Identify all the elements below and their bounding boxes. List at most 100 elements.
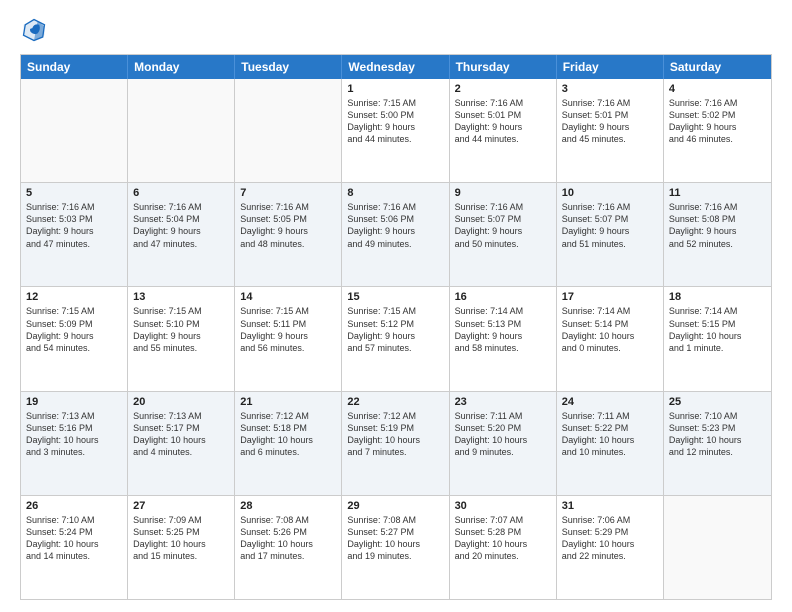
calendar-cell-day-11: 11 Sunrise: 7:16 AM Sunset: 5:08 PM Dayli… [664, 183, 771, 286]
day-info: Sunrise: 7:08 AM Sunset: 5:27 PM Dayligh… [347, 514, 443, 563]
calendar-cell-day-4: 4 Sunrise: 7:16 AM Sunset: 5:02 PM Daylig… [664, 79, 771, 182]
day-info: Sunrise: 7:16 AM Sunset: 5:02 PM Dayligh… [669, 97, 766, 146]
day-number: 23 [455, 396, 551, 408]
calendar: SundayMondayTuesdayWednesdayThursdayFrid… [20, 54, 772, 600]
day-info: Sunrise: 7:10 AM Sunset: 5:24 PM Dayligh… [26, 514, 122, 563]
calendar-cell-day-23: 23 Sunrise: 7:11 AM Sunset: 5:20 PM Dayli… [450, 392, 557, 495]
calendar-cell-day-20: 20 Sunrise: 7:13 AM Sunset: 5:17 PM Dayli… [128, 392, 235, 495]
day-info: Sunrise: 7:06 AM Sunset: 5:29 PM Dayligh… [562, 514, 658, 563]
day-info: Sunrise: 7:16 AM Sunset: 5:03 PM Dayligh… [26, 201, 122, 250]
calendar-cell-day-2: 2 Sunrise: 7:16 AM Sunset: 5:01 PM Daylig… [450, 79, 557, 182]
calendar-cell-day-12: 12 Sunrise: 7:15 AM Sunset: 5:09 PM Dayli… [21, 287, 128, 390]
calendar-header-monday: Monday [128, 55, 235, 79]
day-info: Sunrise: 7:10 AM Sunset: 5:23 PM Dayligh… [669, 410, 766, 459]
day-number: 19 [26, 396, 122, 408]
day-number: 12 [26, 291, 122, 303]
day-info: Sunrise: 7:16 AM Sunset: 5:06 PM Dayligh… [347, 201, 443, 250]
calendar-header-row: SundayMondayTuesdayWednesdayThursdayFrid… [21, 55, 771, 79]
calendar-cell-day-16: 16 Sunrise: 7:14 AM Sunset: 5:13 PM Dayli… [450, 287, 557, 390]
calendar-cell-day-6: 6 Sunrise: 7:16 AM Sunset: 5:04 PM Daylig… [128, 183, 235, 286]
day-number: 6 [133, 187, 229, 199]
day-info: Sunrise: 7:13 AM Sunset: 5:16 PM Dayligh… [26, 410, 122, 459]
day-number: 10 [562, 187, 658, 199]
day-number: 11 [669, 187, 766, 199]
day-info: Sunrise: 7:08 AM Sunset: 5:26 PM Dayligh… [240, 514, 336, 563]
day-info: Sunrise: 7:16 AM Sunset: 5:04 PM Dayligh… [133, 201, 229, 250]
day-number: 9 [455, 187, 551, 199]
day-number: 15 [347, 291, 443, 303]
day-number: 20 [133, 396, 229, 408]
calendar-cell-day-27: 27 Sunrise: 7:09 AM Sunset: 5:25 PM Dayli… [128, 496, 235, 599]
day-info: Sunrise: 7:11 AM Sunset: 5:22 PM Dayligh… [562, 410, 658, 459]
day-number: 21 [240, 396, 336, 408]
day-info: Sunrise: 7:16 AM Sunset: 5:05 PM Dayligh… [240, 201, 336, 250]
calendar-header-wednesday: Wednesday [342, 55, 449, 79]
day-info: Sunrise: 7:15 AM Sunset: 5:00 PM Dayligh… [347, 97, 443, 146]
day-number: 5 [26, 187, 122, 199]
calendar-cell-day-17: 17 Sunrise: 7:14 AM Sunset: 5:14 PM Dayli… [557, 287, 664, 390]
day-number: 29 [347, 500, 443, 512]
day-number: 3 [562, 83, 658, 95]
calendar-week-2: 5 Sunrise: 7:16 AM Sunset: 5:03 PM Daylig… [21, 182, 771, 286]
day-number: 17 [562, 291, 658, 303]
calendar-week-5: 26 Sunrise: 7:10 AM Sunset: 5:24 PM Dayli… [21, 495, 771, 599]
calendar-cell-empty [235, 79, 342, 182]
day-number: 18 [669, 291, 766, 303]
calendar-cell-day-8: 8 Sunrise: 7:16 AM Sunset: 5:06 PM Daylig… [342, 183, 449, 286]
day-number: 28 [240, 500, 336, 512]
calendar-cell-day-5: 5 Sunrise: 7:16 AM Sunset: 5:03 PM Daylig… [21, 183, 128, 286]
calendar-cell-day-9: 9 Sunrise: 7:16 AM Sunset: 5:07 PM Daylig… [450, 183, 557, 286]
calendar-cell-day-29: 29 Sunrise: 7:08 AM Sunset: 5:27 PM Dayli… [342, 496, 449, 599]
day-info: Sunrise: 7:16 AM Sunset: 5:08 PM Dayligh… [669, 201, 766, 250]
day-number: 4 [669, 83, 766, 95]
calendar-cell-empty [128, 79, 235, 182]
day-info: Sunrise: 7:16 AM Sunset: 5:07 PM Dayligh… [455, 201, 551, 250]
calendar-cell-day-7: 7 Sunrise: 7:16 AM Sunset: 5:05 PM Daylig… [235, 183, 342, 286]
day-info: Sunrise: 7:15 AM Sunset: 5:10 PM Dayligh… [133, 305, 229, 354]
calendar-cell-day-31: 31Sunrise: 7:06 AM Sunset: 5:29 PM Dayli… [557, 496, 664, 599]
calendar-header-sunday: Sunday [21, 55, 128, 79]
calendar-cell-day-28: 28 Sunrise: 7:08 AM Sunset: 5:26 PM Dayli… [235, 496, 342, 599]
calendar-cell-day-24: 24 Sunrise: 7:11 AM Sunset: 5:22 PM Dayli… [557, 392, 664, 495]
day-info: Sunrise: 7:11 AM Sunset: 5:20 PM Dayligh… [455, 410, 551, 459]
calendar-cell-day-19: 19 Sunrise: 7:13 AM Sunset: 5:16 PM Dayli… [21, 392, 128, 495]
calendar-header-thursday: Thursday [450, 55, 557, 79]
calendar-cell-day-30: 30 Sunrise: 7:07 AM Sunset: 5:28 PM Dayli… [450, 496, 557, 599]
page-header [20, 16, 772, 44]
day-info: Sunrise: 7:15 AM Sunset: 5:12 PM Dayligh… [347, 305, 443, 354]
day-number: 22 [347, 396, 443, 408]
day-info: Sunrise: 7:15 AM Sunset: 5:11 PM Dayligh… [240, 305, 336, 354]
calendar-cell-day-14: 14 Sunrise: 7:15 AM Sunset: 5:11 PM Dayli… [235, 287, 342, 390]
day-info: Sunrise: 7:14 AM Sunset: 5:15 PM Dayligh… [669, 305, 766, 354]
day-number: 26 [26, 500, 122, 512]
day-number: 24 [562, 396, 658, 408]
day-number: 13 [133, 291, 229, 303]
day-number: 7 [240, 187, 336, 199]
calendar-cell-empty [21, 79, 128, 182]
calendar-week-4: 19 Sunrise: 7:13 AM Sunset: 5:16 PM Dayli… [21, 391, 771, 495]
day-info: Sunrise: 7:09 AM Sunset: 5:25 PM Dayligh… [133, 514, 229, 563]
day-info: Sunrise: 7:12 AM Sunset: 5:18 PM Dayligh… [240, 410, 336, 459]
day-info: Sunrise: 7:12 AM Sunset: 5:19 PM Dayligh… [347, 410, 443, 459]
day-info: Sunrise: 7:14 AM Sunset: 5:13 PM Dayligh… [455, 305, 551, 354]
logo-icon [20, 16, 48, 44]
calendar-cell-day-3: 3Sunrise: 7:16 AM Sunset: 5:01 PM Daylig… [557, 79, 664, 182]
calendar-cell-day-15: 15 Sunrise: 7:15 AM Sunset: 5:12 PM Dayli… [342, 287, 449, 390]
calendar-header-tuesday: Tuesday [235, 55, 342, 79]
calendar-cell-empty [664, 496, 771, 599]
day-number: 30 [455, 500, 551, 512]
day-number: 16 [455, 291, 551, 303]
day-number: 8 [347, 187, 443, 199]
day-info: Sunrise: 7:07 AM Sunset: 5:28 PM Dayligh… [455, 514, 551, 563]
day-info: Sunrise: 7:15 AM Sunset: 5:09 PM Dayligh… [26, 305, 122, 354]
day-info: Sunrise: 7:13 AM Sunset: 5:17 PM Dayligh… [133, 410, 229, 459]
day-number: 27 [133, 500, 229, 512]
calendar-body: 1Sunrise: 7:15 AM Sunset: 5:00 PM Daylig… [21, 79, 771, 599]
calendar-cell-day-21: 21 Sunrise: 7:12 AM Sunset: 5:18 PM Dayli… [235, 392, 342, 495]
calendar-cell-day-1: 1Sunrise: 7:15 AM Sunset: 5:00 PM Daylig… [342, 79, 449, 182]
day-info: Sunrise: 7:16 AM Sunset: 5:01 PM Dayligh… [455, 97, 551, 146]
day-number: 2 [455, 83, 551, 95]
day-number: 14 [240, 291, 336, 303]
day-number: 25 [669, 396, 766, 408]
day-info: Sunrise: 7:14 AM Sunset: 5:14 PM Dayligh… [562, 305, 658, 354]
